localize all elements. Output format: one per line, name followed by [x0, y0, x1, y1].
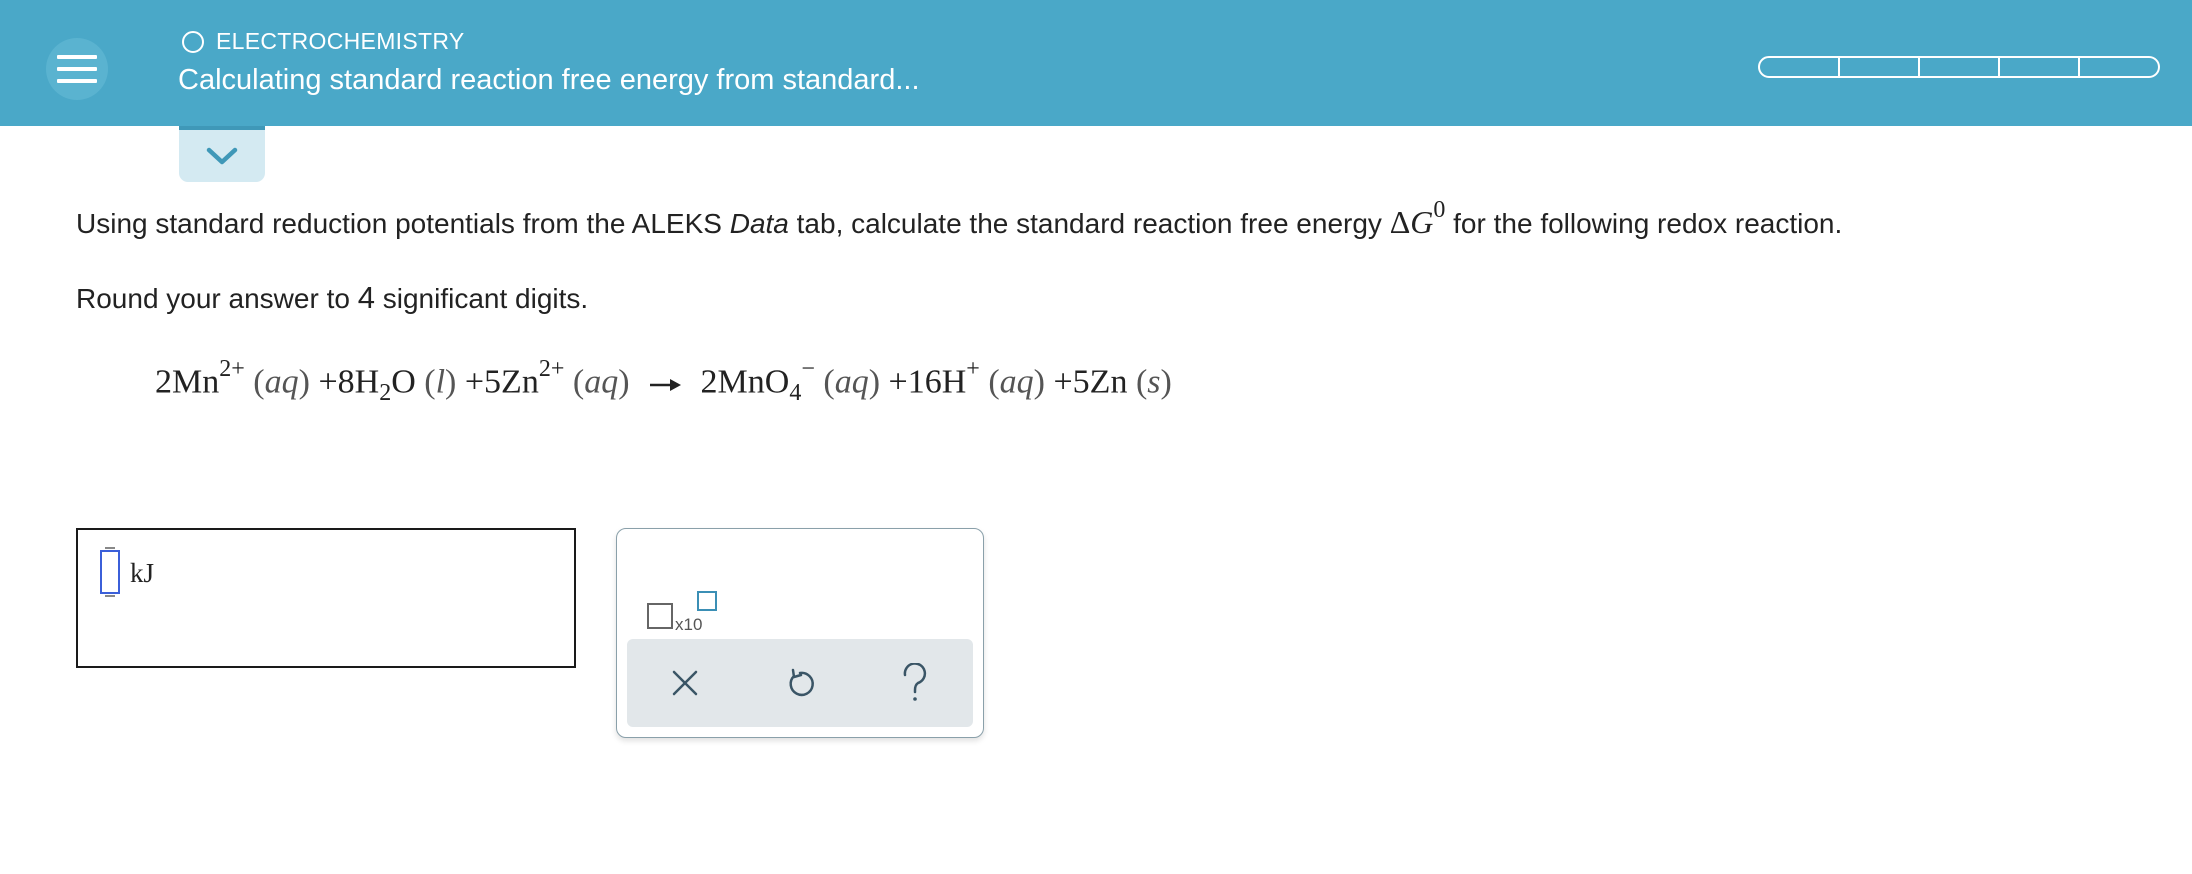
progress-segment [1840, 56, 1920, 78]
unit-label: kJ [130, 558, 155, 588]
plus-sign: + [1053, 363, 1073, 401]
charge: 2+ [538, 356, 565, 382]
undo-button[interactable] [770, 653, 830, 713]
x-icon [672, 670, 697, 696]
palette-action-row [627, 639, 973, 727]
page-title: Calculating standard reaction free energ… [178, 64, 920, 96]
charge: − [801, 356, 815, 382]
progress-segment [1758, 56, 1840, 78]
phase-label: (s) [1135, 363, 1172, 401]
menu-button[interactable] [46, 38, 108, 100]
base-box-icon [647, 603, 673, 629]
collapse-toggle-button[interactable] [179, 126, 265, 182]
subscript: 4 [789, 380, 802, 407]
rounding-instruction: Round your answer to 4 significant digit… [76, 280, 588, 316]
instruction-text: for the following redox reaction. [1445, 208, 1843, 239]
plus-sign: + [888, 363, 908, 401]
product-hydrogen: 16H [907, 363, 967, 401]
instruction-text: tab, calculate the standard reaction fre… [788, 208, 1390, 239]
reaction-arrow-icon [650, 378, 682, 391]
product-zn: 5Zn [1072, 363, 1128, 401]
math-tool-palette: x10 [616, 528, 984, 738]
clear-button[interactable] [655, 653, 715, 713]
reactant-zn: 5Zn [484, 363, 539, 401]
menu-line-icon [57, 79, 97, 83]
phase-label: (aq) [988, 363, 1045, 401]
undo-icon [789, 668, 814, 697]
charge: + [966, 356, 980, 382]
progress-segment [2080, 56, 2160, 78]
plus-sign: + [464, 363, 485, 401]
progress-segment [1920, 56, 2000, 78]
scientific-notation-button[interactable]: x10 [647, 559, 719, 634]
instruction-text: Using standard reduction potentials from… [76, 208, 730, 239]
progress-bar [1758, 56, 2160, 78]
phase-label: (aq) [253, 363, 310, 401]
phase-label: (aq) [823, 363, 881, 401]
data-tab-reference: Data [729, 208, 789, 239]
subscript: 2 [379, 380, 392, 407]
delta-g-symbol: ΔG0 [1389, 197, 1446, 240]
menu-line-icon [57, 67, 97, 71]
progress-segment [2000, 56, 2080, 78]
rounding-text: Round your answer to [76, 283, 358, 314]
reactant-mn: 2Mn [155, 363, 220, 401]
g-symbol: G [1410, 204, 1434, 240]
top-bar: ELECTROCHEMISTRY Calculating standard re… [0, 0, 2192, 126]
phase-label: (aq) [572, 363, 630, 401]
topic-label: ELECTROCHEMISTRY [182, 28, 464, 55]
plus-sign: + [318, 363, 338, 401]
product-permanganate: 2MnO [700, 363, 790, 401]
exponent-box-icon [697, 591, 717, 611]
help-icon [904, 663, 927, 701]
phase-label: (l) [424, 363, 457, 401]
rounding-text: significant digits. [374, 283, 589, 314]
question-instruction: Using standard reduction potentials from… [76, 197, 1843, 241]
circle-icon [182, 30, 204, 53]
reactant-water: 8H [337, 363, 380, 401]
charge: 2+ [219, 356, 245, 382]
chevron-down-icon [206, 147, 238, 165]
standard-state-superscript: 0 [1433, 197, 1446, 223]
x10-label: x10 [675, 615, 703, 634]
answer-entry-field[interactable] [100, 547, 120, 597]
redox-equation: 2Mn2+ (aq) +8H2O (l) +5Zn2+ (aq) 2MnO4− … [155, 356, 1172, 407]
reactant-water-o: O [391, 363, 416, 401]
delta-symbol: Δ [1389, 204, 1411, 240]
help-button[interactable] [885, 653, 945, 713]
topic-text: ELECTROCHEMISTRY [216, 28, 465, 54]
answer-input-box[interactable]: kJ [76, 528, 576, 668]
menu-line-icon [57, 55, 97, 59]
significant-digits-count: 4 [357, 280, 375, 315]
